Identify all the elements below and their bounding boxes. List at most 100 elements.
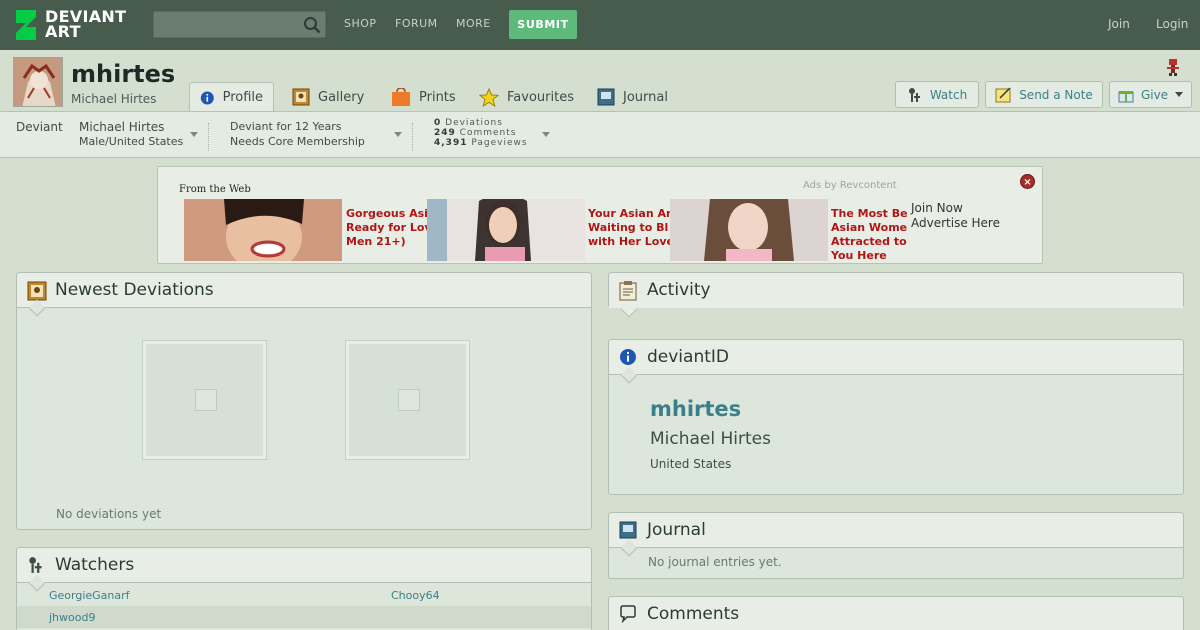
watch-button[interactable]: Watch — [895, 81, 979, 108]
search-icon[interactable] — [303, 16, 321, 34]
panel-header: Newest Deviations — [17, 273, 591, 317]
give-label: Give — [1140, 87, 1169, 102]
close-icon[interactable]: × — [1020, 174, 1035, 189]
gift-icon — [1118, 90, 1134, 102]
tab-profile[interactable]: Profile — [189, 82, 274, 112]
panel-title[interactable]: Newest Deviations — [55, 280, 214, 300]
ad-by-label[interactable]: Ads by Revcontent — [803, 180, 897, 191]
tab-gallery[interactable]: Gallery — [292, 82, 364, 112]
image-placeholder-icon — [398, 389, 420, 411]
tab-label: Journal — [623, 89, 668, 105]
info-icon — [620, 349, 636, 365]
panel-notch — [620, 366, 638, 384]
tab-label: Prints — [419, 89, 456, 105]
submit-button[interactable]: SUBMIT — [509, 10, 577, 39]
watch-icon — [29, 557, 42, 573]
ad-caption[interactable]: Your Asian An Waiting to Bl with Her Love — [588, 207, 670, 249]
deviantart-logo-icon — [16, 10, 36, 40]
profile-info-strip: Deviant Michael Hirtes Male/United State… — [0, 111, 1200, 158]
ad-banner: From the Web Ads by Revcontent × Gorgeou… — [157, 166, 1043, 264]
watcher-link[interactable]: jhwood9 — [49, 611, 95, 624]
advertise-link[interactable]: Advertise Here — [911, 216, 1000, 231]
strip-membership: Needs Core Membership — [230, 135, 365, 148]
deviation-thumbnail[interactable] — [346, 341, 469, 459]
profile-username[interactable]: mhirtes — [71, 60, 175, 88]
deviantid-country: United States — [650, 457, 732, 471]
join-link[interactable]: Join — [1108, 17, 1130, 31]
stat-deviations: 0 Deviations — [434, 118, 503, 128]
send-note-label: Send a Note — [1019, 87, 1093, 102]
top-bar: DEVIANT ART SHOP FORUM MORE SUBMIT Join … — [0, 0, 1200, 50]
tab-prints[interactable]: Prints — [391, 82, 456, 112]
image-placeholder-icon — [195, 389, 217, 411]
ad-side-links: Join Now Advertise Here — [911, 201, 1000, 231]
watch-label: Watch — [929, 87, 968, 102]
nav-more[interactable]: MORE — [456, 17, 491, 30]
ad-image[interactable] — [670, 199, 828, 261]
panel-notch — [28, 299, 46, 317]
panel-title[interactable]: Journal — [647, 520, 706, 540]
panel-notch — [28, 574, 46, 592]
panel-title[interactable]: Comments — [647, 604, 739, 624]
watcher-link[interactable]: Chooy64 — [391, 589, 440, 602]
deviantid-realname: Michael Hirtes — [650, 429, 771, 449]
logo-wordmark: DEVIANT ART — [45, 7, 127, 41]
deviation-thumbnail[interactable] — [143, 341, 266, 459]
avatar[interactable] — [13, 57, 63, 107]
deviantart-logo[interactable]: DEVIANT ART — [14, 9, 129, 41]
watch-icon — [908, 87, 920, 102]
strip-name: Michael Hirtes — [79, 120, 165, 134]
comments-panel: Comments — [608, 596, 1184, 630]
ad-caption[interactable]: The Most Be Asian Wome Attracted to You Her… — [831, 207, 907, 263]
chevron-down-icon — [1175, 92, 1184, 97]
avatar-image — [14, 58, 62, 106]
mascot-icon — [1167, 59, 1179, 76]
panel-notch — [620, 300, 638, 318]
speech-bubble-icon — [620, 605, 636, 623]
login-link[interactable]: Login — [1156, 17, 1188, 31]
stat-pageviews: 4,391 Pageviews — [434, 138, 528, 148]
chevron-down-icon[interactable] — [394, 132, 402, 137]
search-input[interactable] — [154, 12, 302, 37]
journal-panel: Journal No journal entries yet. — [608, 512, 1184, 579]
panel-header: Watchers — [17, 548, 591, 592]
deviantid-panel: deviantID mhirtes Michael Hirtes United … — [608, 339, 1184, 495]
deviant-label: Deviant — [16, 120, 63, 134]
chevron-down-icon[interactable] — [190, 132, 198, 137]
ad-image[interactable] — [427, 199, 585, 261]
no-journal-text: No journal entries yet. — [648, 555, 782, 569]
panel-title[interactable]: Watchers — [55, 555, 134, 575]
divider — [412, 123, 413, 151]
panel-title: Activity — [647, 280, 711, 300]
panel-notch — [620, 539, 638, 557]
panel-header: Activity — [609, 273, 1183, 318]
tab-label: Favourites — [507, 89, 574, 105]
search-box[interactable] — [153, 11, 326, 38]
send-note-button[interactable]: Send a Note — [985, 81, 1103, 108]
panel-title: deviantID — [647, 347, 729, 367]
chevron-down-icon[interactable] — [542, 132, 550, 137]
activity-panel: Activity — [608, 272, 1184, 318]
profile-realname: Michael Hirtes — [71, 92, 157, 106]
ad-caption[interactable]: Gorgeous Asi Ready for Lov Men 21+) — [346, 207, 428, 249]
panel-header: deviantID — [609, 340, 1183, 384]
gallery-icon — [27, 281, 47, 301]
join-now-link[interactable]: Join Now — [911, 201, 1000, 216]
divider — [208, 123, 209, 151]
tab-label: Profile — [222, 90, 263, 105]
nav-shop[interactable]: SHOP — [344, 17, 377, 30]
tab-favourites[interactable]: Favourites — [479, 82, 574, 112]
give-button[interactable]: Give — [1109, 81, 1192, 108]
table-row — [17, 606, 591, 628]
strip-location: Male/United States — [79, 135, 184, 148]
tab-label: Gallery — [318, 89, 365, 105]
deviantid-username[interactable]: mhirtes — [650, 397, 741, 421]
nav-forum[interactable]: FORUM — [395, 17, 438, 30]
ad-image[interactable] — [184, 199, 342, 261]
prints-icon — [392, 88, 410, 106]
note-icon — [995, 86, 1011, 102]
panel-header: Journal — [609, 513, 1183, 557]
watcher-link[interactable]: GeorgieGanarf — [49, 589, 130, 602]
tab-journal[interactable]: Journal — [597, 82, 668, 112]
journal-icon — [597, 88, 615, 106]
